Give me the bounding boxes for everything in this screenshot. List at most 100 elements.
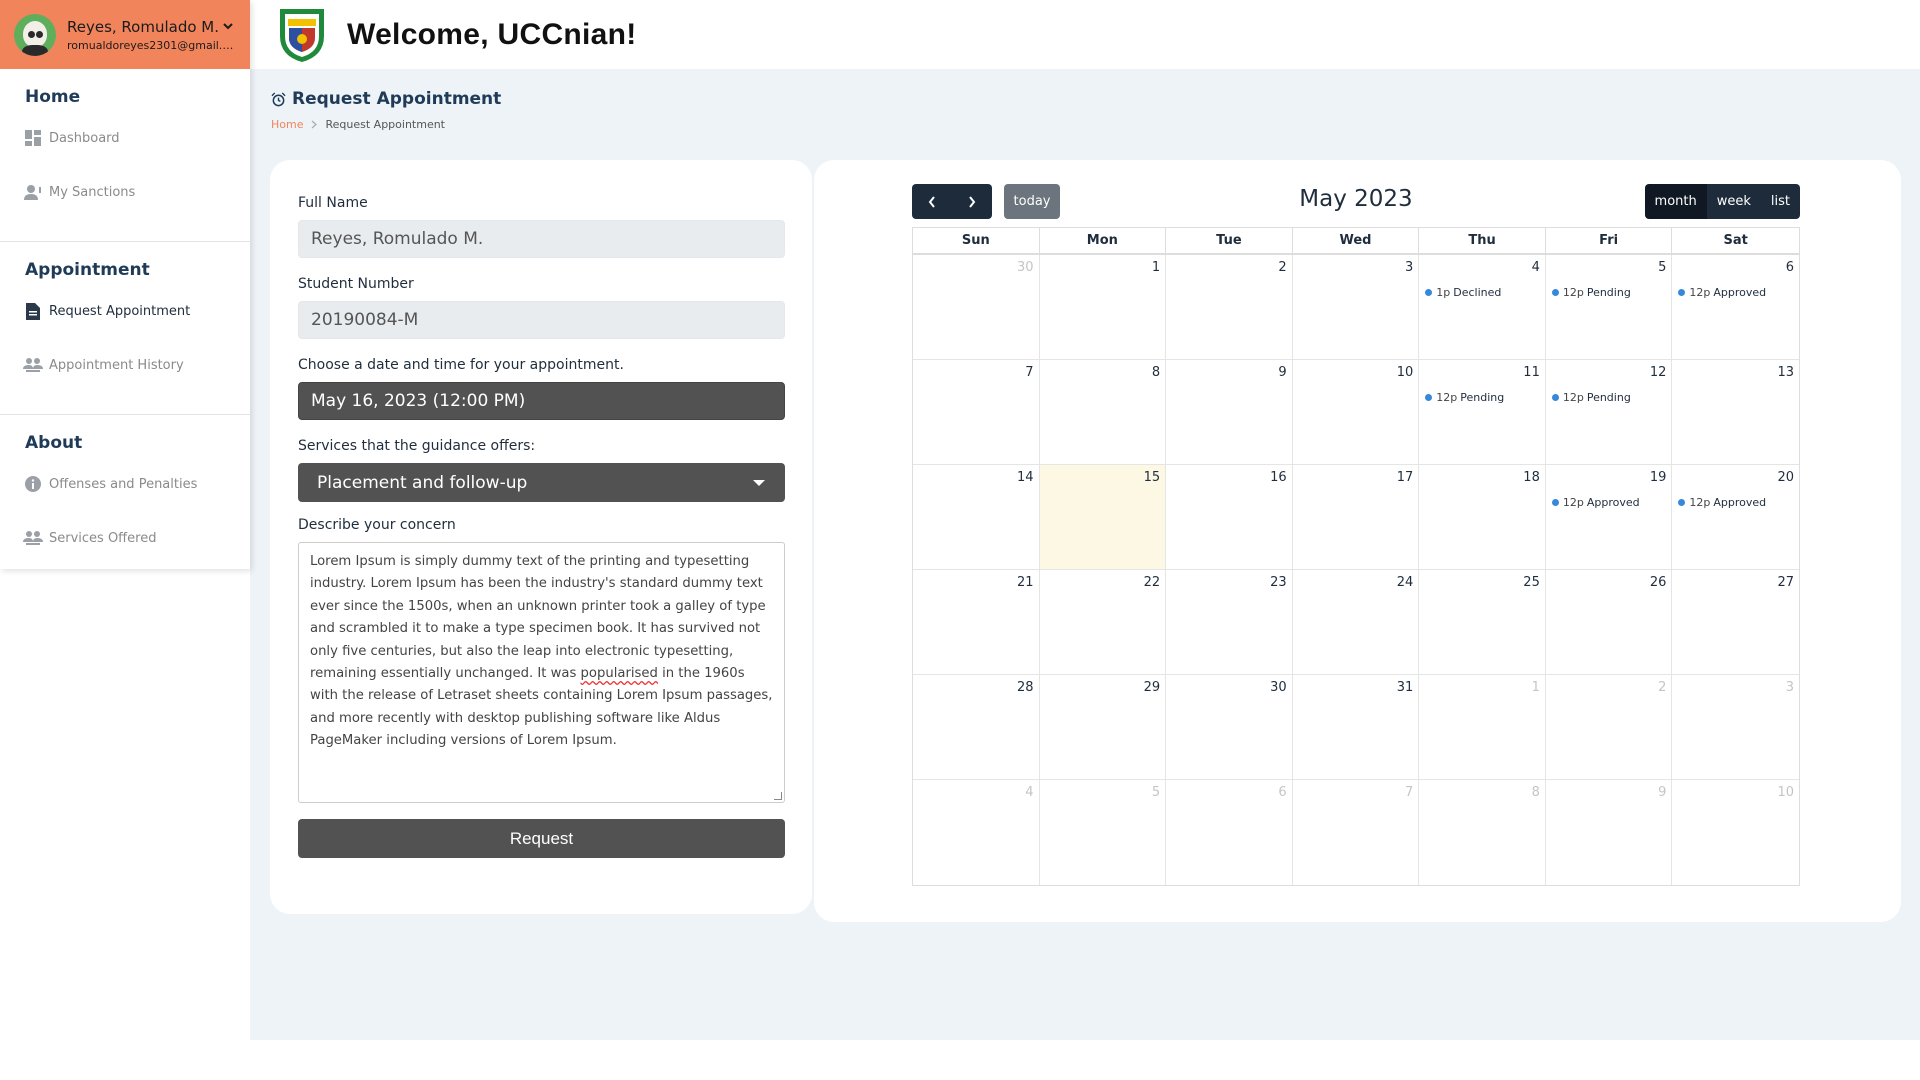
calendar-day[interactable]: 16 [1166,465,1293,569]
day-number[interactable]: 6 [1278,785,1286,800]
calendar-event[interactable]: 12p Pending [1551,286,1631,299]
day-number[interactable]: 5 [1658,260,1666,275]
request-button[interactable]: Request [298,819,785,858]
day-number[interactable]: 8 [1152,365,1160,380]
day-number[interactable]: 2 [1658,680,1666,695]
calendar-day[interactable]: 5 12p Pending [1546,255,1673,359]
month-view-button[interactable]: month [1644,184,1707,219]
day-number[interactable]: 28 [1017,680,1034,695]
day-number[interactable]: 1 [1532,680,1540,695]
calendar-day[interactable]: 11 12p Pending [1419,360,1546,464]
calendar-day[interactable]: 21 [913,570,1040,674]
calendar-day[interactable]: 4 [913,780,1040,885]
day-number[interactable]: 13 [1777,365,1794,380]
day-number[interactable]: 6 [1786,260,1794,275]
calendar-event[interactable]: 12p Approved [1678,496,1766,509]
prev-month-button[interactable] [912,184,952,219]
calendar-day[interactable]: 7 [913,360,1040,464]
day-number[interactable]: 22 [1144,575,1161,590]
calendar-day[interactable]: 10 [1293,360,1420,464]
calendar-day[interactable]: 3 [1672,675,1799,779]
day-number[interactable]: 7 [1025,365,1033,380]
day-number[interactable]: 11 [1523,365,1540,380]
appointment-datetime-field[interactable]: May 16, 2023 (12:00 PM) [298,382,785,420]
calendar-day[interactable]: 17 [1293,465,1420,569]
list-view-button[interactable]: list [1760,184,1800,219]
calendar-day[interactable]: 4 1p Declined [1419,255,1546,359]
day-number[interactable]: 27 [1777,575,1794,590]
day-number[interactable]: 29 [1144,680,1161,695]
calendar-day[interactable]: 13 [1672,360,1799,464]
day-number[interactable]: 14 [1017,470,1034,485]
calendar-day[interactable]: 31 [1293,675,1420,779]
day-number[interactable]: 9 [1658,785,1666,800]
next-month-button[interactable] [952,184,992,219]
day-number[interactable]: 10 [1397,365,1414,380]
sidebar-item-offenses-and-penalties[interactable]: Offenses and Penalties [0,457,250,511]
day-number[interactable]: 17 [1397,470,1414,485]
calendar-day[interactable]: 10 [1672,780,1799,885]
calendar-day[interactable]: 6 [1166,780,1293,885]
day-number[interactable]: 25 [1523,575,1540,590]
calendar-day[interactable]: 9 [1546,780,1673,885]
day-number[interactable]: 31 [1397,680,1414,695]
calendar-day-today[interactable]: 15 [1039,465,1167,569]
day-number[interactable]: 5 [1152,785,1160,800]
services-select[interactable]: Placement and follow-up [298,463,785,502]
calendar-day[interactable]: 18 [1419,465,1546,569]
calendar-day[interactable]: 26 [1546,570,1673,674]
calendar-day[interactable]: 20 12p Approved [1672,465,1799,569]
calendar-day[interactable]: 12 12p Pending [1546,360,1673,464]
concern-textarea[interactable]: Lorem Ipsum is simply dummy text of the … [298,542,785,803]
day-number[interactable]: 24 [1397,575,1414,590]
day-number[interactable]: 1 [1152,260,1160,275]
calendar-day[interactable]: 27 [1672,570,1799,674]
sidebar-item-services-offered[interactable]: Services Offered [0,511,250,565]
sidebar-item-dashboard[interactable]: Dashboard [0,111,250,165]
calendar-event[interactable]: 12p Pending [1551,391,1631,404]
calendar-day[interactable]: 2 [1166,255,1293,359]
day-number[interactable]: 4 [1025,785,1033,800]
calendar-day[interactable]: 1 [1040,255,1167,359]
day-number[interactable]: 3 [1405,260,1413,275]
calendar-event[interactable]: 1p Declined [1425,286,1501,299]
calendar-day[interactable]: 2 [1546,675,1673,779]
calendar-day[interactable]: 5 [1040,780,1167,885]
calendar-day[interactable]: 8 [1040,360,1167,464]
user-menu[interactable]: Reyes, Romulado M. romualdoreyes2301@gma… [0,0,250,69]
day-number[interactable]: 21 [1017,575,1034,590]
day-number[interactable]: 10 [1777,785,1794,800]
calendar-event[interactable]: 12p Approved [1551,496,1640,509]
day-number[interactable]: 26 [1650,575,1667,590]
today-button[interactable]: today [1004,184,1060,219]
sidebar-item-appointment-history[interactable]: Appointment History [0,338,250,392]
day-number[interactable]: 30 [1270,680,1287,695]
day-number[interactable]: 7 [1405,785,1413,800]
resize-handle-icon[interactable] [774,792,782,800]
calendar-day[interactable]: 19 12p Approved [1546,465,1673,569]
calendar-day[interactable]: 24 [1293,570,1420,674]
breadcrumb-home-link[interactable]: Home [271,118,303,131]
calendar-day[interactable]: 1 [1419,675,1546,779]
calendar-event[interactable]: 12p Pending [1425,391,1504,404]
day-number[interactable]: 4 [1532,260,1540,275]
sidebar-item-my-sanctions[interactable]: My Sanctions [0,165,250,219]
day-number[interactable]: 20 [1777,470,1794,485]
day-number[interactable]: 3 [1786,680,1794,695]
calendar-day[interactable]: 6 12p Approved [1672,255,1799,359]
day-number[interactable]: 8 [1532,785,1540,800]
calendar-day[interactable]: 22 [1040,570,1167,674]
calendar-day[interactable]: 8 [1419,780,1546,885]
day-number[interactable]: 16 [1270,470,1287,485]
calendar-day[interactable]: 23 [1166,570,1293,674]
day-number[interactable]: 9 [1278,365,1286,380]
calendar-day[interactable]: 7 [1293,780,1420,885]
calendar-day[interactable]: 9 [1166,360,1293,464]
chevron-down-icon[interactable] [223,22,233,31]
week-view-button[interactable]: week [1706,184,1761,219]
calendar-event[interactable]: 12p Approved [1678,286,1766,299]
day-number[interactable]: 12 [1650,365,1667,380]
calendar-day[interactable]: 29 [1040,675,1167,779]
calendar-day[interactable]: 28 [913,675,1040,779]
day-number[interactable]: 30 [1017,260,1034,275]
